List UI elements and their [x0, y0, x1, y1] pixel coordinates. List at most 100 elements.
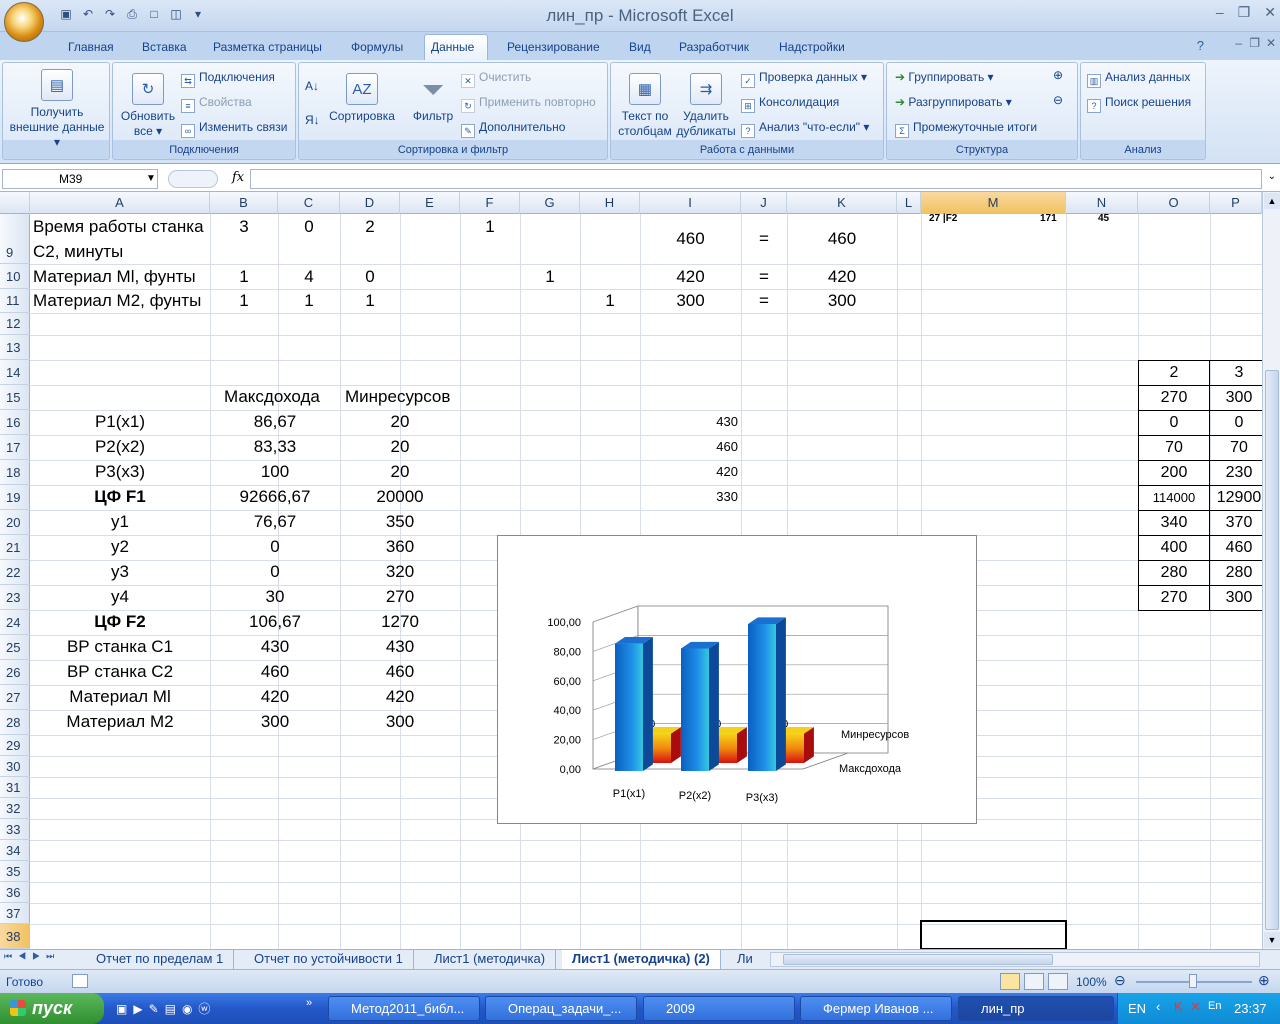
cell-b22[interactable]: 0 [210, 560, 340, 584]
taskbar-item[interactable]: Фермер Иванов ... [800, 996, 952, 1021]
ribbon-minimize-icon[interactable]: – [1235, 36, 1242, 50]
col-header-d[interactable]: D [340, 192, 400, 214]
cell-c11[interactable]: 1 [278, 289, 340, 313]
refresh-all-button[interactable]: ↻ Обновить все ▾ [117, 73, 179, 139]
col-header-h[interactable]: H [580, 192, 640, 214]
row-header[interactable]: 23 [0, 585, 30, 610]
cell-o14[interactable]: 2 [1138, 360, 1210, 386]
name-box[interactable]: M39 [2, 169, 158, 189]
what-if-button[interactable]: ? Анализ "что-если" ▾ [741, 120, 869, 138]
help-icon[interactable]: ? [1197, 38, 1204, 53]
cell-a21[interactable]: y2 [30, 535, 210, 559]
zoom-level[interactable]: 100% [1076, 975, 1107, 989]
row-header[interactable]: 19 [0, 485, 30, 510]
row-header[interactable]: 15 [0, 385, 30, 410]
cell-b16[interactable]: 86,67 [210, 410, 340, 434]
row-header[interactable]: 35 [0, 861, 30, 882]
selected-cell-m38[interactable] [920, 920, 1067, 950]
cell-b18[interactable]: 100 [210, 460, 340, 484]
sheet-tab-active[interactable]: Лист1 (методичка) (2) [562, 950, 721, 969]
insert-function-icon[interactable]: fx [232, 170, 244, 185]
horizontal-scrollbar[interactable] [770, 952, 1260, 967]
cell-b25[interactable]: 430 [210, 635, 340, 659]
cell-i10[interactable]: 420 [640, 265, 741, 289]
quick-launch-icons[interactable]: ▣▶✎▤◉ⓦ [116, 1000, 216, 1017]
cell-p21[interactable]: 460 [1209, 535, 1269, 561]
row-header[interactable]: 16 [0, 410, 30, 435]
cell-o20[interactable]: 340 [1138, 510, 1210, 536]
sheet-nav-icons[interactable]: ⏮◀▶⏭ [4, 951, 60, 962]
sheet-tab[interactable]: Отчет по устойчивости 1 [244, 950, 414, 969]
sheet-tab[interactable]: Отчет по пределам 1 [86, 950, 235, 969]
cell-d25[interactable]: 430 [340, 635, 460, 659]
hide-detail-icon[interactable]: ⊖ [1053, 93, 1063, 107]
ribbon-restore-icon[interactable]: ❐ [1249, 36, 1260, 50]
cell-i17[interactable]: 460 [640, 435, 738, 459]
embedded-chart[interactable]: 0,0020,0040,0060,0080,00100,00202020Р1(x… [497, 535, 977, 824]
cell-g10[interactable]: 1 [520, 265, 580, 289]
cell-d23[interactable]: 270 [340, 585, 460, 609]
cell-d15[interactable]: Минресурсов [345, 385, 450, 409]
col-header-k[interactable]: K [787, 192, 897, 214]
formula-divider-handle[interactable] [168, 170, 218, 188]
cell-a10[interactable]: Материал Ml, фунты [33, 265, 196, 289]
cell-k11[interactable]: 300 [787, 289, 897, 313]
cell-b20[interactable]: 76,67 [210, 510, 340, 534]
solver-button[interactable]: ? Поиск решения [1087, 95, 1191, 113]
tab-addins[interactable]: Надстройки [773, 38, 851, 60]
normal-view-icon[interactable] [1000, 973, 1020, 990]
cell-a26[interactable]: ВР станка С2 [30, 660, 210, 684]
cell-a18[interactable]: Р3(x3) [30, 460, 210, 484]
cell-i19[interactable]: 330 [640, 485, 738, 509]
cell-p20[interactable]: 370 [1209, 510, 1269, 536]
col-header-j[interactable]: J [741, 192, 787, 214]
cell-d10[interactable]: 0 [340, 265, 400, 289]
tray-antivirus-icon[interactable]: ✕ [1190, 999, 1201, 1015]
expand-formula-icon[interactable]: ⌄ [1268, 171, 1276, 182]
data-validation-button[interactable]: ✓ Проверка данных ▾ [741, 70, 867, 88]
cell-b10[interactable]: 1 [210, 265, 278, 289]
cell-a16[interactable]: Р1(x1) [30, 410, 210, 434]
cell-d11[interactable]: 1 [340, 289, 400, 313]
col-header-m[interactable]: M [921, 192, 1066, 214]
cell-b9[interactable]: 3 [210, 215, 278, 239]
cell-o17[interactable]: 70 [1138, 435, 1210, 461]
cell-d28[interactable]: 300 [340, 710, 460, 734]
cell-a9-line1[interactable]: Время работы станка [33, 215, 204, 239]
select-all-corner[interactable] [0, 192, 30, 214]
tab-developer[interactable]: Разработчик [673, 38, 755, 60]
cell-f9[interactable]: 1 [460, 215, 520, 239]
tab-formulas[interactable]: Формулы [345, 38, 409, 60]
row-header[interactable]: 27 [0, 685, 30, 710]
row-header[interactable]: 9 [0, 214, 30, 264]
sheet-tab[interactable]: Ли [733, 950, 757, 969]
cell-a9-line2[interactable]: С2, минуты [33, 240, 123, 264]
row-header[interactable]: 28 [0, 710, 30, 735]
cell-b27[interactable]: 420 [210, 685, 340, 709]
properties-button[interactable]: ≡ Свойства [181, 95, 252, 113]
quick-launch-expand-icon[interactable]: » [306, 997, 312, 1009]
cell-b15[interactable]: Максдохода [224, 385, 320, 409]
row-header[interactable]: 12 [0, 313, 30, 335]
remove-duplicates-button[interactable]: ⇉ Удалить дубликаты [675, 73, 737, 139]
cell-a28[interactable]: Материал М2 [30, 710, 210, 734]
text-to-columns-button[interactable]: ▦ Текст по столбцам [615, 73, 675, 139]
cell-a24[interactable]: ЦФ F2 [30, 610, 210, 634]
cell-b26[interactable]: 460 [210, 660, 340, 684]
page-break-view-icon[interactable] [1048, 973, 1068, 990]
reapply-button[interactable]: ↻ Применить повторно [461, 95, 596, 113]
cell-d18[interactable]: 20 [340, 460, 460, 484]
col-header-b[interactable]: B [210, 192, 278, 214]
col-header-p[interactable]: P [1210, 192, 1262, 214]
row-header[interactable]: 36 [0, 882, 30, 903]
cell-o23[interactable]: 270 [1138, 585, 1210, 611]
cell-p18[interactable]: 230 [1209, 460, 1269, 486]
tray-expand-icon[interactable]: ‹ [1156, 999, 1160, 1014]
close-icon[interactable]: ✕ [1264, 4, 1276, 21]
cell-d20[interactable]: 350 [340, 510, 460, 534]
language-indicator[interactable]: EN [1128, 1001, 1146, 1016]
tab-page-layout[interactable]: Разметка страницы [207, 38, 328, 60]
row-header[interactable]: 32 [0, 798, 30, 819]
cell-b19[interactable]: 92666,67 [210, 485, 340, 509]
taskbar-item-active[interactable]: лин_пр [958, 996, 1114, 1021]
